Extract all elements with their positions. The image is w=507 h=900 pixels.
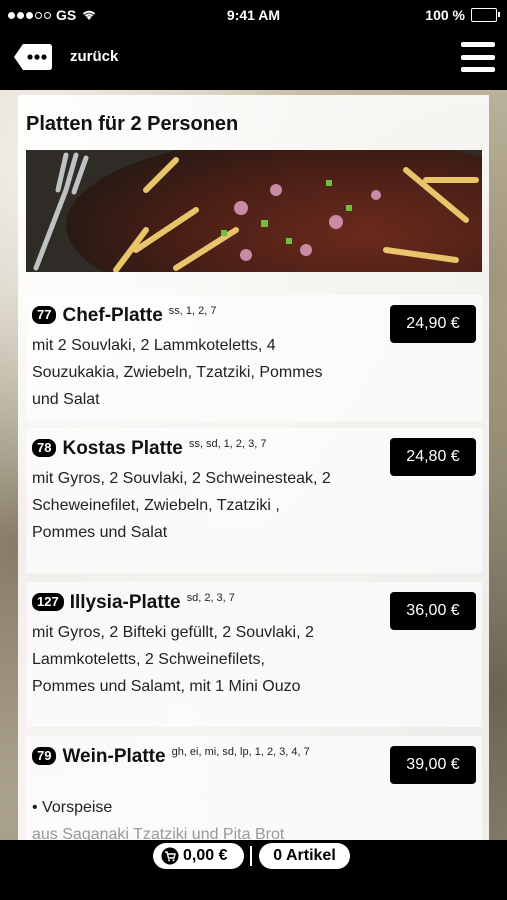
item-number-badge: 79 — [32, 747, 57, 765]
cart-articles-button[interactable]: 0 Artikel — [259, 843, 350, 869]
item-description: mit Gyros, 2 Souvlaki, 2 Schweinesteak, … — [32, 470, 331, 541]
item-description: • Vorspeise — [32, 799, 113, 816]
back-button[interactable]: zurück — [70, 48, 118, 65]
food-image — [26, 150, 482, 272]
menu-card: Platten für 2 Personen 77 Chef-Platte ss… — [18, 95, 489, 840]
item-allergens: sd, 2, 3, 7 — [186, 592, 235, 604]
cart-total-button[interactable]: 0,00 € — [153, 843, 244, 869]
item-description-continued: aus Saganaki Tzatziki und Pita Brot — [32, 826, 285, 840]
cart-bar — [0, 840, 507, 900]
item-number-badge: 77 — [32, 306, 57, 324]
category-image — [26, 150, 482, 272]
status-bar: GS 9:41 AM 100 % — [0, 0, 507, 30]
item-name: Chef-Platte — [62, 305, 163, 326]
price-button[interactable]: 39,00 € — [390, 746, 476, 784]
item-header: 77 Chef-Platte ss, 1, 2, 7 — [32, 305, 372, 327]
item-allergens: ss, 1, 2, 7 — [168, 305, 217, 317]
list-item[interactable]: 79 Wein-Platte gh, ei, mi, sd, lp, 1, 2,… — [26, 736, 482, 840]
item-allergens: gh, ei, mi, sd, lp, 1, 2, 3, 4, 7 — [171, 746, 310, 758]
item-allergens: ss, sd, 1, 2, 3, 7 — [188, 438, 267, 450]
item-header: 78 Kostas Platte ss, sd, 1, 2, 3, 7 — [32, 438, 372, 460]
section-title: Platten für 2 Personen — [26, 113, 239, 135]
item-header: 127 Illysia-Platte sd, 2, 3, 7 — [32, 592, 372, 614]
back-icon[interactable] — [13, 42, 53, 72]
item-name: Kostas Platte — [62, 438, 183, 459]
item-number-badge: 78 — [32, 439, 57, 457]
item-description: mit Gyros, 2 Bifteki gefüllt, 2 Souvlaki… — [32, 624, 314, 695]
cart-icon — [161, 847, 179, 865]
battery-status: 100 % — [425, 7, 500, 23]
battery-icon — [471, 8, 500, 22]
list-item[interactable]: 127 Illysia-Platte sd, 2, 3, 7 mit Gyros… — [26, 582, 482, 727]
price-button[interactable]: 36,00 € — [390, 592, 476, 630]
price-button[interactable]: 24,80 € — [390, 438, 476, 476]
price-button[interactable]: 24,90 € — [390, 305, 476, 343]
menu-icon[interactable] — [461, 40, 495, 74]
battery-percent: 100 % — [425, 7, 465, 23]
divider — [250, 846, 252, 866]
item-number-badge: 127 — [32, 593, 64, 611]
item-header: 79 Wein-Platte gh, ei, mi, sd, lp, 1, 2,… — [32, 746, 332, 768]
nav-bar: zurück — [0, 30, 507, 90]
list-item[interactable]: 77 Chef-Platte ss, 1, 2, 7 mit 2 Souvlak… — [26, 295, 482, 421]
item-name: Illysia-Platte — [69, 592, 181, 613]
item-name: Wein-Platte — [62, 746, 166, 767]
item-description: mit 2 Souvlaki, 2 Lammkoteletts, 4 Souzu… — [32, 337, 323, 408]
list-item[interactable]: 78 Kostas Platte ss, sd, 1, 2, 3, 7 mit … — [26, 428, 482, 573]
cart-total: 0,00 € — [183, 847, 228, 864]
